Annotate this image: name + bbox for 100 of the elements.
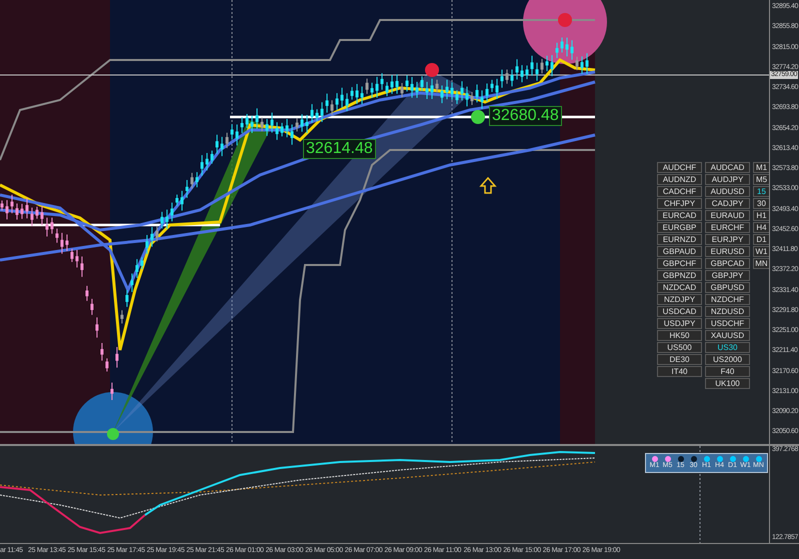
candlestick (500, 69, 504, 88)
candlestick (236, 124, 238, 146)
symbol-button[interactable]: AUDCAD (705, 162, 750, 173)
signal-dot (558, 13, 572, 27)
symbol-button[interactable]: EURJPY (705, 234, 750, 245)
candlestick (350, 86, 354, 100)
candlestick (60, 232, 64, 254)
timeframe-button[interactable]: M1 (753, 162, 769, 173)
symbol-button[interactable]: NZDCHF (705, 294, 750, 305)
candlestick (356, 84, 358, 104)
symbol-button[interactable]: NZDJPY (657, 294, 702, 305)
symbol-button[interactable]: USDCHF (705, 318, 750, 329)
symbol-button[interactable]: IT40 (657, 366, 702, 377)
symbol-button[interactable]: US500 (657, 342, 702, 353)
candlestick (380, 72, 384, 90)
symbol-button[interactable]: AUDJPY (705, 174, 750, 185)
candlestick (260, 117, 264, 132)
symbol-button[interactable]: AUDUSD (705, 186, 750, 197)
candlestick (530, 55, 534, 76)
symbol-button[interactable]: AUDCHF (657, 162, 702, 173)
candlestick (506, 68, 508, 84)
candlestick (476, 84, 478, 103)
candlestick (246, 114, 248, 128)
candlestick (26, 198, 28, 219)
candlestick (370, 82, 374, 98)
candlestick (36, 206, 38, 220)
symbol-button[interactable]: USDJPY (657, 318, 702, 329)
symbol-button[interactable]: NZDUSD (705, 306, 750, 317)
symbol-button[interactable]: NZDCAD (657, 282, 702, 293)
symbol-button[interactable]: EURCHF (705, 222, 750, 233)
symbol-button[interactable]: US30 (705, 342, 750, 353)
timeframe-button[interactable]: D1 (753, 234, 769, 245)
symbol-button[interactable]: UK100 (705, 378, 750, 389)
candlestick (86, 285, 88, 302)
candlestick (536, 62, 538, 82)
candlestick (326, 93, 328, 114)
symbol-button[interactable]: XAUUSD (705, 330, 750, 341)
symbol-button[interactable]: EURCAD (657, 210, 702, 221)
candlestick (296, 118, 298, 132)
candlestick (90, 298, 94, 316)
candlestick (316, 108, 318, 122)
price-label: 32614.48 (303, 139, 376, 159)
timeframe-button[interactable]: W1 (753, 246, 769, 257)
symbol-button[interactable]: CHFJPY (657, 198, 702, 209)
candlestick (446, 79, 448, 100)
symbol-button[interactable]: F40 (705, 366, 750, 377)
signal-dot (471, 110, 485, 124)
timeframe-button[interactable]: H4 (753, 222, 769, 233)
candlestick (566, 37, 568, 57)
symbol-button[interactable]: HK50 (657, 330, 702, 341)
candlestick (276, 122, 278, 140)
symbol-button[interactable]: EURAUD (705, 210, 750, 221)
symbol-button[interactable]: AUDNZD (657, 174, 702, 185)
symbol-button[interactable]: GBPCHF (657, 258, 702, 269)
symbol-button[interactable]: EURUSD (705, 246, 750, 257)
symbol-button[interactable]: GBPJPY (705, 270, 750, 281)
timeframe-button[interactable]: H1 (753, 210, 769, 221)
candlestick (416, 81, 418, 98)
candlestick (540, 58, 544, 74)
candlestick (140, 256, 144, 270)
symbol-button[interactable]: GBPCAD (705, 258, 750, 269)
candlestick (460, 80, 464, 101)
candlestick (150, 226, 154, 248)
candlestick (46, 217, 48, 238)
candlestick (226, 132, 228, 149)
candlestick (490, 79, 494, 93)
candlestick (50, 217, 54, 234)
symbol-button[interactable]: DE30 (657, 354, 702, 365)
candlestick (156, 226, 158, 242)
candlestick (10, 194, 14, 214)
candlestick (266, 118, 268, 136)
symbol-button[interactable]: CADCHF (657, 186, 702, 197)
candlestick (300, 114, 304, 132)
symbol-button[interactable]: CADJPY (705, 198, 750, 209)
timeframe-button[interactable]: MN (753, 258, 769, 269)
candlestick (160, 211, 164, 229)
symbol-button[interactable]: USDCAD (657, 306, 702, 317)
symbol-button[interactable]: EURNZD (657, 234, 702, 245)
candlestick (520, 64, 524, 83)
timeframe-button[interactable]: 15 (753, 186, 769, 197)
symbol-button[interactable]: GBPUSD (705, 282, 750, 293)
timeframe-button[interactable]: 30 (753, 198, 769, 209)
candlestick (340, 87, 344, 108)
candlestick (320, 102, 324, 122)
candlestick (176, 194, 178, 206)
timeframe-button[interactable]: M5 (753, 174, 769, 185)
candlestick (196, 172, 198, 188)
candlestick (436, 79, 438, 93)
candlestick (306, 114, 308, 134)
candlestick (76, 249, 78, 268)
candlestick (526, 65, 528, 80)
candlestick (360, 86, 364, 105)
symbol-button[interactable]: EURGBP (657, 222, 702, 233)
candlestick (580, 56, 584, 74)
symbol-button[interactable]: GBPAUD (657, 246, 702, 257)
candlestick (466, 86, 468, 107)
symbol-button[interactable]: US2000 (705, 354, 750, 365)
symbol-button[interactable]: GBPNZD (657, 270, 702, 281)
candlestick (496, 78, 498, 100)
candlestick (56, 228, 58, 244)
